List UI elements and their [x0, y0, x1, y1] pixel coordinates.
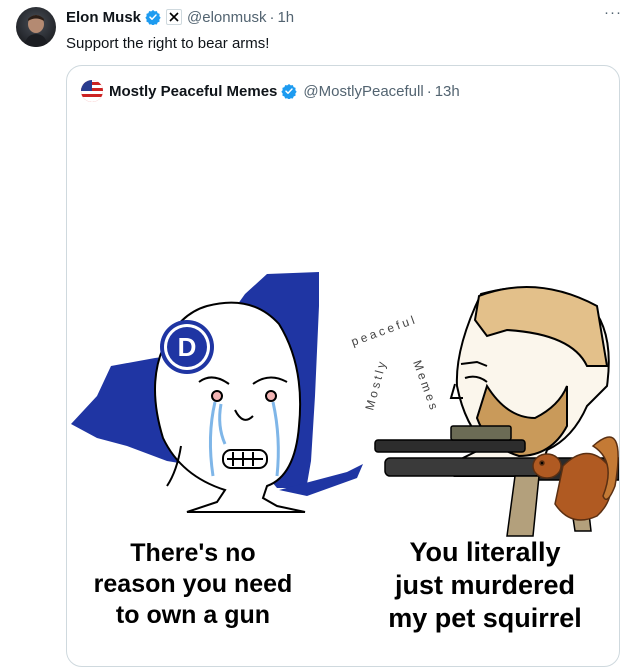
tweet-header: Elon Musk @elonmusk · 1h	[66, 6, 620, 28]
more-icon[interactable]: ···	[604, 4, 622, 21]
watermark-left: Mostly	[362, 357, 389, 412]
right-caption-line: You literally	[409, 537, 561, 567]
verified-badge-icon	[281, 83, 298, 99]
right-caption-line: just murdered	[394, 570, 576, 600]
right-caption: You literally just murdered my pet squir…	[351, 536, 619, 635]
separator-dot: ·	[269, 8, 275, 26]
tweet-text: Support the right to bear arms!	[66, 35, 270, 52]
x-affiliate-icon	[166, 9, 183, 25]
watermark-top: peaceful	[349, 312, 419, 349]
flag-avatar-icon	[81, 80, 103, 102]
author-handle[interactable]: @elonmusk	[187, 9, 266, 26]
tweet-timestamp[interactable]: 1h	[277, 9, 294, 26]
left-caption-line: There's no	[130, 539, 256, 567]
quoted-author-handle[interactable]: @MostlyPeacefull	[303, 83, 423, 100]
left-caption-line: to own a gun	[115, 601, 271, 629]
party-logo: D	[160, 320, 214, 374]
right-caption-line: my pet squirrel	[388, 603, 582, 633]
watermark-right: Memes	[410, 358, 442, 414]
quoted-tweet-header: Mostly Peaceful Memes @MostlyPeacefull ·…	[81, 80, 460, 102]
left-caption: There's no reason you need to own a gun	[67, 538, 319, 631]
quoted-timestamp[interactable]: 13h	[435, 83, 460, 100]
author-name[interactable]: Elon Musk	[66, 9, 141, 26]
party-letter: D	[178, 332, 197, 362]
quoted-author-name[interactable]: Mostly Peaceful Memes	[109, 83, 277, 100]
quoted-tweet[interactable]: D peaceful Mostly Memes Mostly Peaceful …	[66, 65, 620, 667]
quoted-author-avatar[interactable]	[81, 80, 103, 102]
avatar-image	[24, 15, 48, 47]
author-avatar[interactable]	[16, 7, 56, 47]
verified-badge-icon	[145, 9, 161, 25]
separator-dot: ·	[426, 82, 432, 100]
left-caption-line: reason you need	[93, 570, 293, 598]
